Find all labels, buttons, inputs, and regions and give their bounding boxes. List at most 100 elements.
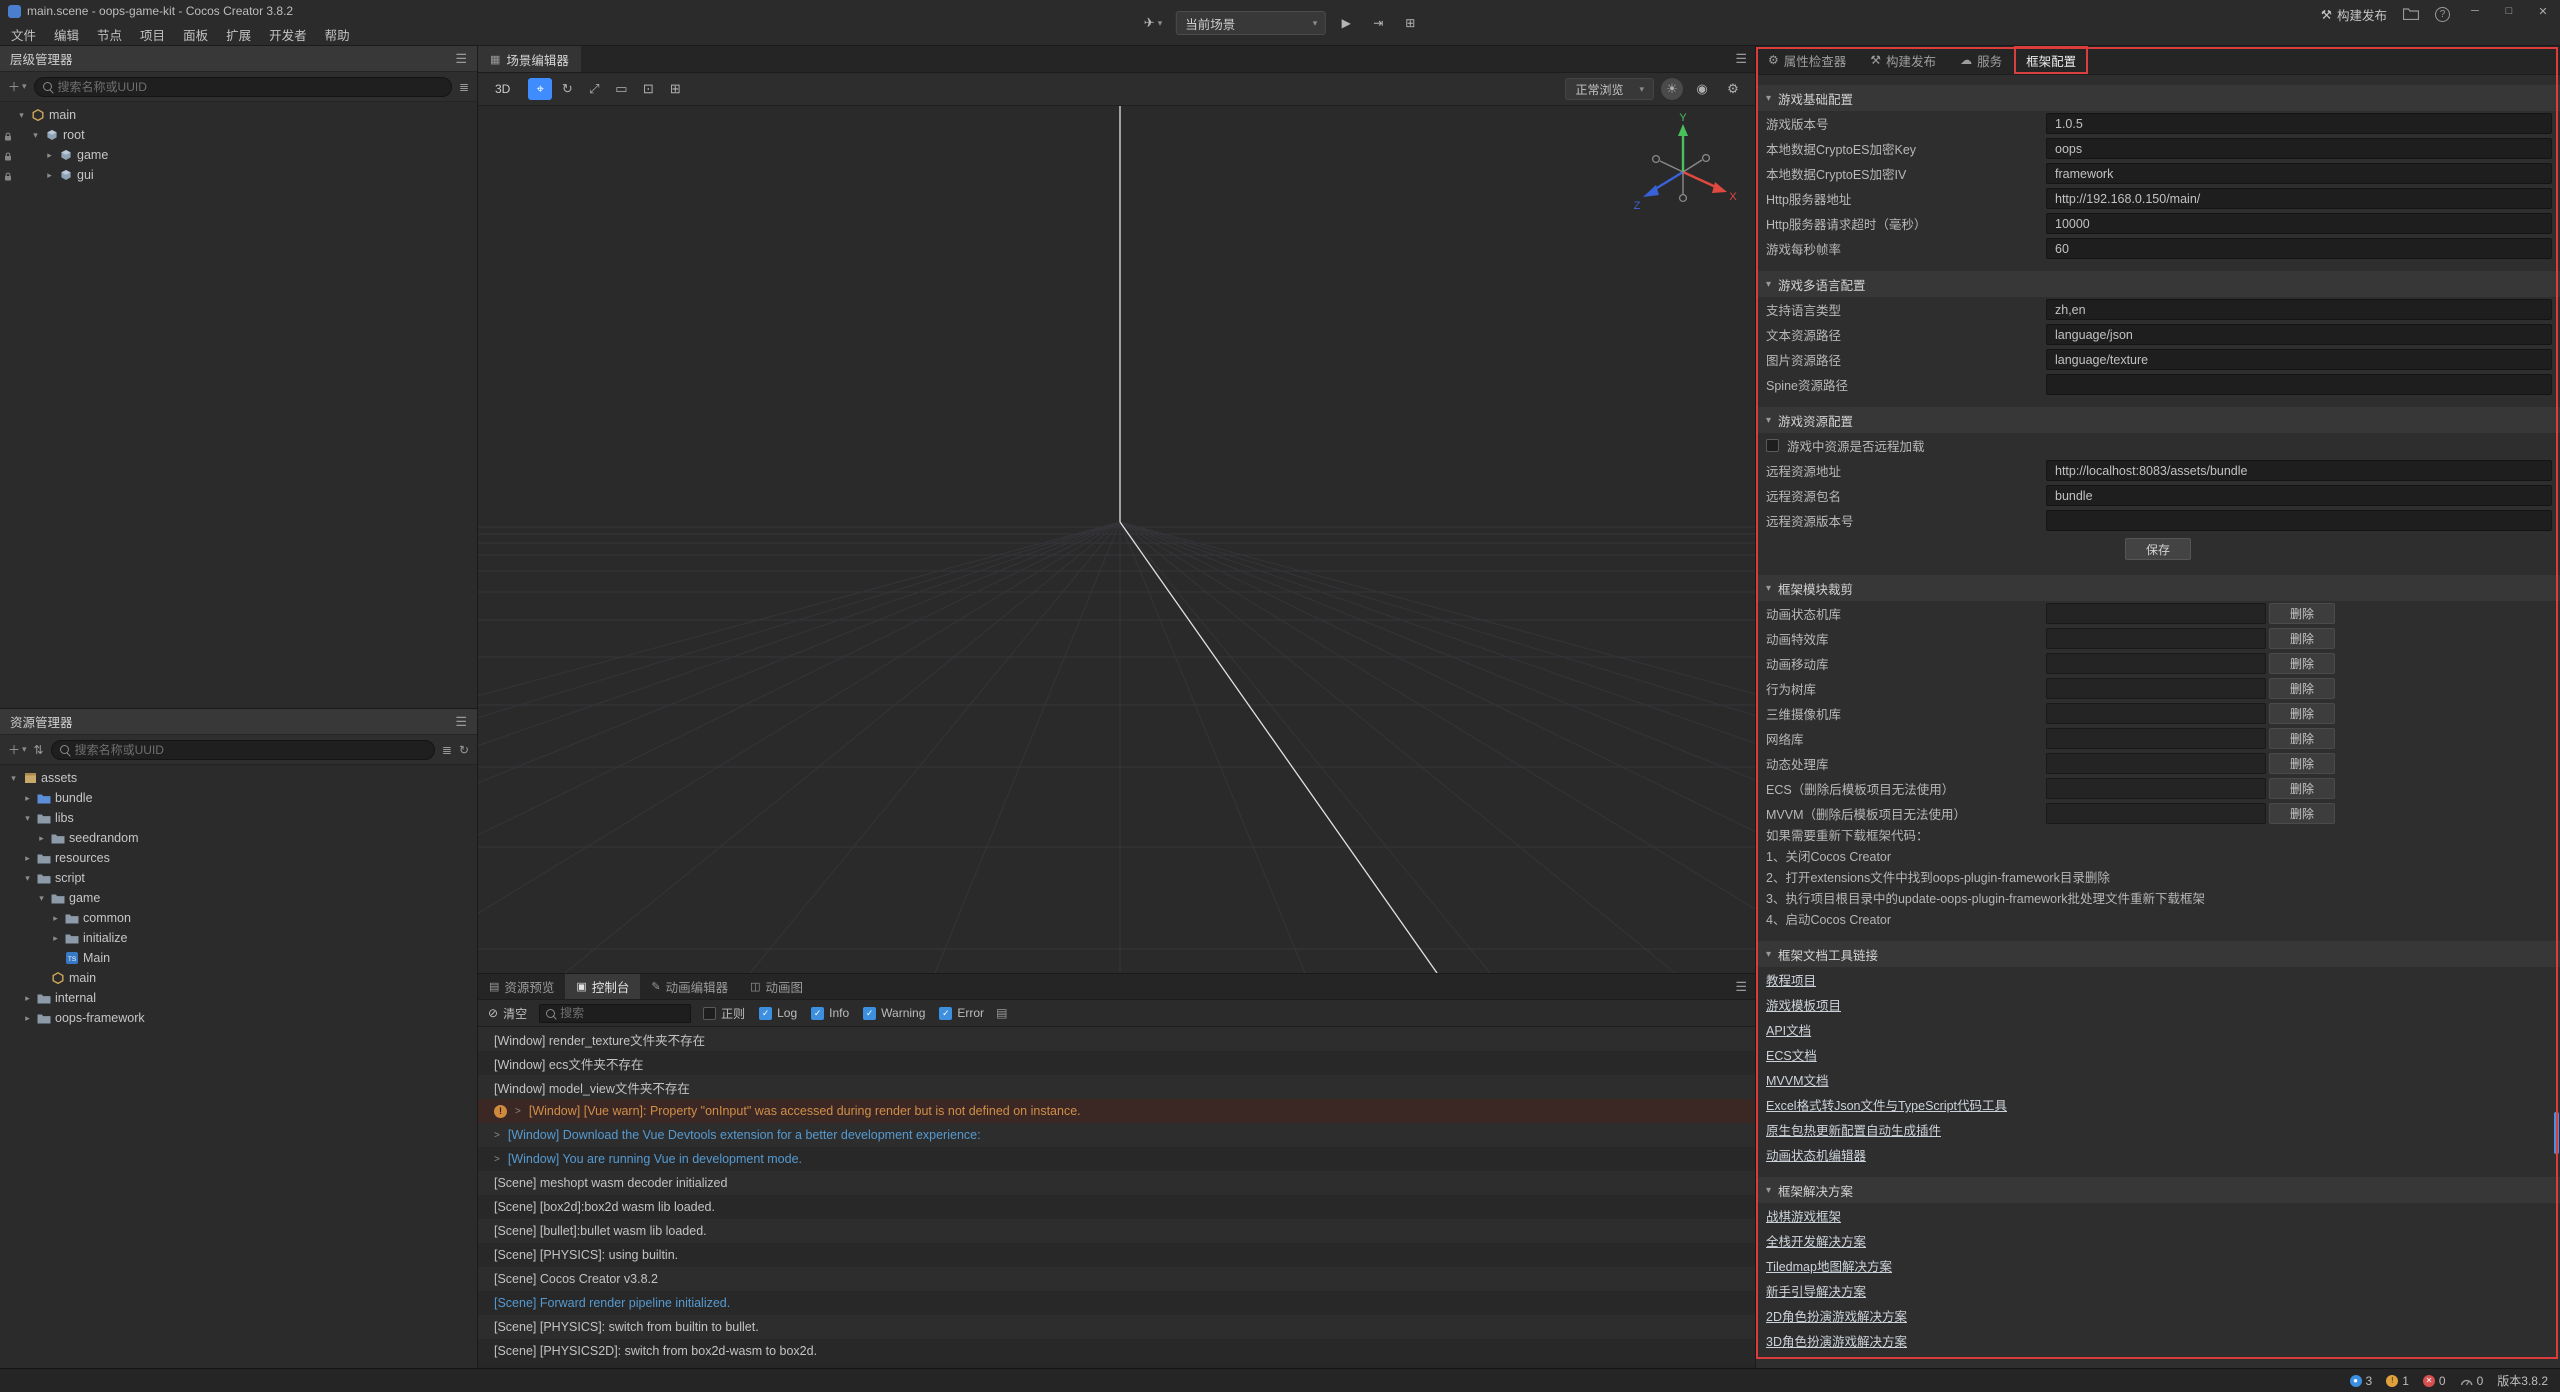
checkbox[interactable] bbox=[1766, 439, 1779, 452]
sort-icon[interactable]: ⇅ bbox=[34, 743, 44, 757]
delete-module-button[interactable]: 删除 bbox=[2269, 803, 2335, 824]
rect-tool-icon[interactable]: ▭ bbox=[609, 78, 633, 100]
panel-menu-icon[interactable]: ☰ bbox=[1735, 46, 1747, 72]
preview-target-button[interactable]: ✈ ▾ bbox=[1138, 13, 1168, 33]
field-input[interactable]: language/json bbox=[2046, 324, 2552, 345]
field-input[interactable]: http://localhost:8083/assets/bundle bbox=[2046, 460, 2552, 481]
tree-node-seedrandom[interactable]: ▸seedrandom bbox=[0, 828, 477, 848]
tree-expand-arrow[interactable]: ▾ bbox=[22, 813, 33, 824]
link-ECS文档[interactable]: ECS文档 bbox=[1766, 1045, 1817, 1064]
expand-arrow[interactable]: > bbox=[494, 1130, 500, 1141]
section-header-2[interactable]: ▾游戏资源配置 bbox=[1756, 407, 2560, 433]
tree-expand-arrow[interactable]: ▾ bbox=[30, 130, 41, 141]
field-input[interactable]: language/texture bbox=[2046, 349, 2552, 370]
filter-Log[interactable]: ✓Log bbox=[759, 1006, 797, 1020]
field-input[interactable] bbox=[2046, 374, 2552, 395]
filter-正则[interactable]: 正则 bbox=[703, 1005, 745, 1022]
tree-expand-arrow[interactable]: ▸ bbox=[22, 793, 33, 804]
menu-开发者[interactable]: 开发者 bbox=[260, 25, 316, 44]
link-全栈开发解决方案[interactable]: 全栈开发解决方案 bbox=[1766, 1231, 1866, 1250]
tab-动画图[interactable]: ◫动画图 bbox=[739, 974, 814, 999]
section-header-0[interactable]: ▾游戏基础配置 bbox=[1756, 85, 2560, 111]
lock-icon[interactable] bbox=[4, 170, 12, 184]
link-新手引导解决方案[interactable]: 新手引导解决方案 bbox=[1766, 1281, 1866, 1300]
tree-expand-arrow[interactable]: ▸ bbox=[36, 833, 47, 844]
console-search[interactable] bbox=[539, 1004, 691, 1023]
play-button[interactable]: ▶ bbox=[1334, 12, 1358, 34]
tree-node-assets[interactable]: ▾assets bbox=[0, 768, 477, 788]
section-header-4[interactable]: ▾框架文档工具链接 bbox=[1756, 941, 2560, 967]
maximize-button[interactable]: □ bbox=[2492, 0, 2526, 22]
delete-module-button[interactable]: 删除 bbox=[2269, 778, 2335, 799]
field-input[interactable] bbox=[2046, 510, 2552, 531]
checkbox[interactable]: ✓ bbox=[863, 1007, 876, 1020]
field-input[interactable]: bundle bbox=[2046, 485, 2552, 506]
delete-module-button[interactable]: 删除 bbox=[2269, 753, 2335, 774]
filter-Warning[interactable]: ✓Warning bbox=[863, 1006, 925, 1020]
axis-gizmo[interactable]: Y X Z bbox=[1628, 112, 1738, 222]
camera-icon[interactable]: ◉ bbox=[1690, 78, 1714, 100]
filter-Info[interactable]: ✓Info bbox=[811, 1006, 849, 1020]
link-动画状态机编辑器[interactable]: 动画状态机编辑器 bbox=[1766, 1145, 1866, 1164]
tab-构建发布[interactable]: ⚒构建发布 bbox=[1858, 46, 1948, 74]
field-input[interactable]: 10000 bbox=[2046, 213, 2552, 234]
delete-module-button[interactable]: 删除 bbox=[2269, 678, 2335, 699]
mode-3d-toggle[interactable]: 3D bbox=[488, 80, 517, 98]
help-icon[interactable]: ? bbox=[2435, 7, 2450, 22]
tree-node-resources[interactable]: ▸resources bbox=[0, 848, 477, 868]
panel-menu-icon[interactable]: ☰ bbox=[455, 714, 467, 730]
assets-search-input[interactable] bbox=[75, 743, 426, 757]
delete-module-button[interactable]: 删除 bbox=[2269, 653, 2335, 674]
tree-node-initialize[interactable]: ▸initialize bbox=[0, 928, 477, 948]
clear-console-button[interactable]: ⊘ 清空 bbox=[488, 1005, 527, 1022]
perf-indicator[interactable]: 0 bbox=[2460, 1374, 2484, 1388]
menu-扩展[interactable]: 扩展 bbox=[217, 25, 260, 44]
checkbox[interactable]: ✓ bbox=[811, 1007, 824, 1020]
tab-控制台[interactable]: ▣控制台 bbox=[565, 974, 640, 999]
log-row[interactable]: >[Window] You are running Vue in develop… bbox=[478, 1147, 1755, 1171]
close-button[interactable]: ✕ bbox=[2526, 0, 2560, 22]
log-row[interactable]: [Window] render_texture文件夹不存在 bbox=[478, 1027, 1755, 1051]
remote-load-checkbox-row[interactable]: 游戏中资源是否远程加载 bbox=[1756, 433, 2560, 458]
tree-node-main[interactable]: ▾main bbox=[0, 105, 477, 125]
tree-expand-arrow[interactable]: ▾ bbox=[16, 110, 27, 121]
link-API文档[interactable]: API文档 bbox=[1766, 1020, 1811, 1039]
tree-expand-arrow[interactable]: ▸ bbox=[44, 170, 55, 181]
tree-expand-arrow[interactable]: ▸ bbox=[22, 853, 33, 864]
step-button[interactable]: ⇥ bbox=[1366, 12, 1390, 34]
tab-动画编辑器[interactable]: ✎动画编辑器 bbox=[640, 974, 739, 999]
hierarchy-search-input[interactable] bbox=[58, 80, 443, 94]
menu-文件[interactable]: 文件 bbox=[2, 25, 45, 44]
tree-expand-arrow[interactable]: ▸ bbox=[50, 933, 61, 944]
warning-count[interactable]: ! 1 bbox=[2386, 1374, 2409, 1388]
log-row[interactable]: !>[Window] [Vue warn]: Property "onInput… bbox=[478, 1099, 1755, 1123]
link-MVVM文档[interactable]: MVVM文档 bbox=[1766, 1070, 1829, 1089]
log-row[interactable]: [Scene] [PHYSICS]: switch from builtin t… bbox=[478, 1315, 1755, 1339]
link-Excel格式转Json文件与TypeScript代码工具[interactable]: Excel格式转Json文件与TypeScript代码工具 bbox=[1766, 1095, 2007, 1114]
tree-node-oops-framework[interactable]: ▸oops-framework bbox=[0, 1008, 477, 1028]
field-input[interactable]: zh,en bbox=[2046, 299, 2552, 320]
link-教程项目[interactable]: 教程项目 bbox=[1766, 970, 1816, 989]
add-asset-button[interactable]: ＋▾ bbox=[8, 741, 27, 758]
tree-expand-arrow[interactable]: ▸ bbox=[50, 913, 61, 924]
snap-tool-icon[interactable]: ⊞ bbox=[663, 78, 687, 100]
tree-node-internal[interactable]: ▸internal bbox=[0, 988, 477, 1008]
link-Tiledmap地图解决方案[interactable]: Tiledmap地图解决方案 bbox=[1766, 1256, 1892, 1275]
tree-expand-arrow[interactable]: ▸ bbox=[44, 150, 55, 161]
scene-select-dropdown[interactable]: 当前场景 ▾ bbox=[1176, 11, 1326, 35]
anchor-tool-icon[interactable]: ⊡ bbox=[636, 78, 660, 100]
console-search-input[interactable] bbox=[560, 1006, 684, 1020]
filter-icon[interactable]: ≣ bbox=[442, 743, 452, 757]
section-header-1[interactable]: ▾游戏多语言配置 bbox=[1756, 271, 2560, 297]
assets-search[interactable] bbox=[51, 740, 435, 760]
checkbox[interactable]: ✓ bbox=[939, 1007, 952, 1020]
log-row[interactable]: [Window] model_view文件夹不存在 bbox=[478, 1075, 1755, 1099]
refresh-icon[interactable]: ↻ bbox=[459, 743, 469, 757]
section-header-3[interactable]: ▾框架模块裁剪 bbox=[1756, 575, 2560, 601]
lock-icon[interactable] bbox=[4, 130, 12, 144]
menu-面板[interactable]: 面板 bbox=[174, 25, 217, 44]
link-3D角色扮演游戏解决方案[interactable]: 3D角色扮演游戏解决方案 bbox=[1766, 1331, 1907, 1350]
field-input[interactable]: http://192.168.0.150/main/ bbox=[2046, 188, 2552, 209]
log-row[interactable]: [Scene] [PHYSICS2D]: switch from box2d-w… bbox=[478, 1339, 1755, 1363]
scale-tool-icon[interactable]: ⤢ bbox=[582, 78, 606, 100]
